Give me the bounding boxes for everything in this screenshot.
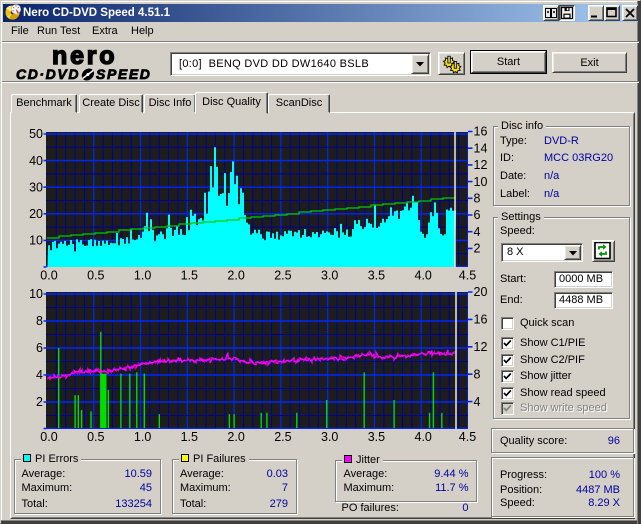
svg-text:1.5: 1.5 xyxy=(181,269,198,283)
svg-text:14: 14 xyxy=(474,141,488,155)
svg-text:6: 6 xyxy=(36,341,43,355)
svg-text:20: 20 xyxy=(474,285,488,299)
svg-text:10: 10 xyxy=(29,234,43,248)
svg-text:8: 8 xyxy=(474,367,481,381)
svg-text:2: 2 xyxy=(36,395,43,409)
svg-text:12: 12 xyxy=(474,158,488,172)
svg-text:30: 30 xyxy=(29,180,43,194)
svg-text:6: 6 xyxy=(474,208,481,222)
svg-text:8: 8 xyxy=(474,192,481,206)
svg-text:2.5: 2.5 xyxy=(274,269,291,283)
svg-text:4: 4 xyxy=(474,395,481,409)
svg-text:16: 16 xyxy=(474,125,488,139)
svg-text:8: 8 xyxy=(36,314,43,328)
svg-text:10: 10 xyxy=(474,175,488,189)
svg-text:4: 4 xyxy=(36,368,43,382)
svg-text:4: 4 xyxy=(474,225,481,239)
svg-text:4.5: 4.5 xyxy=(459,269,476,283)
svg-text:12: 12 xyxy=(474,340,488,354)
svg-text:2.0: 2.0 xyxy=(227,269,244,283)
svg-text:3.5: 3.5 xyxy=(368,269,385,283)
svg-text:10: 10 xyxy=(29,287,43,301)
svg-text:1.0: 1.0 xyxy=(134,269,151,283)
svg-text:0.5: 0.5 xyxy=(87,269,104,283)
svg-text:40: 40 xyxy=(29,154,43,168)
svg-text:4.0: 4.0 xyxy=(415,269,432,283)
svg-text:16: 16 xyxy=(474,313,488,327)
svg-text:3.0: 3.0 xyxy=(321,269,338,283)
svg-text:0.0: 0.0 xyxy=(40,269,57,283)
svg-text:2: 2 xyxy=(474,242,481,256)
svg-text:50: 50 xyxy=(29,127,43,141)
svg-text:20: 20 xyxy=(29,207,43,221)
